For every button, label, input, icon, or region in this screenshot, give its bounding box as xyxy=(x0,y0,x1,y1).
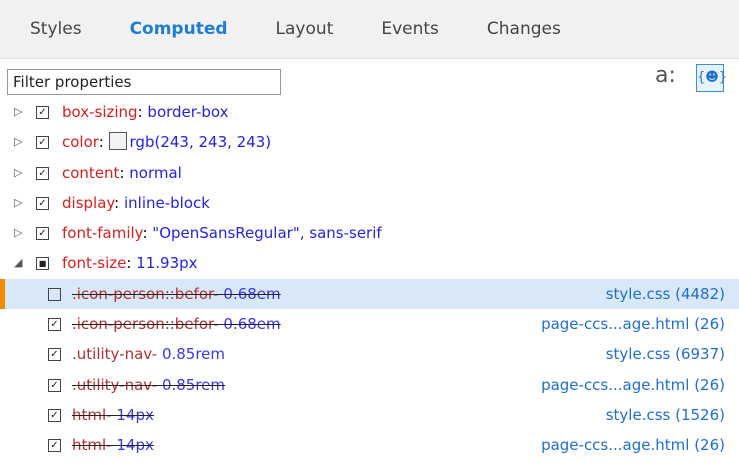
expanded-triangle-icon[interactable]: ◢ xyxy=(14,248,22,278)
collapsed-triangle-icon[interactable]: ▷ xyxy=(14,97,22,127)
rule-checkbox[interactable]: ✓ xyxy=(48,378,61,392)
rule-checkbox[interactable]: ✓ xyxy=(48,439,61,453)
rule-value: 14px xyxy=(116,436,154,455)
separator: - xyxy=(151,375,162,394)
property-name: color xyxy=(62,133,99,152)
tab-computed[interactable]: Computed xyxy=(130,19,228,39)
rule-value: 0.68em xyxy=(223,284,281,303)
colon: : xyxy=(114,193,124,212)
property-row[interactable]: ◢ ■ font-size: 11.93px xyxy=(0,248,739,278)
rule-row[interactable]: .icon-person::befor- 0.68em style.css (4… xyxy=(0,278,739,310)
source-link[interactable]: style.css (1526) xyxy=(606,400,725,430)
tab-bar: Styles Computed Layout Events Changes xyxy=(0,0,739,59)
property-value: inline-block xyxy=(124,193,210,212)
colon: : xyxy=(98,133,109,152)
separator: - xyxy=(106,405,117,424)
source-link[interactable]: page-ccs...age.html (26) xyxy=(541,430,725,460)
rule-selector: html xyxy=(72,405,107,424)
property-value: 11.93px xyxy=(136,254,198,273)
filter-properties-input[interactable] xyxy=(7,69,281,95)
separator: - xyxy=(213,315,224,334)
rule-row[interactable]: ✓ .icon-person::befor- 0.68em page-ccs..… xyxy=(0,309,739,339)
colon: : xyxy=(137,103,148,121)
property-name: font-family xyxy=(62,224,143,243)
property-checkbox[interactable]: ✓ xyxy=(36,227,49,241)
rule-value: 0.85rem xyxy=(161,345,226,364)
property-name: display xyxy=(62,193,115,212)
property-value: "OpenSansRegular", sans-serif xyxy=(152,224,382,243)
colon: : xyxy=(126,254,137,273)
rule-row[interactable]: ✓ html- 14px style.css (1526) xyxy=(0,400,739,430)
rule-selector: .utility-nav xyxy=(72,375,152,394)
property-row[interactable]: ▷ ✓ display: inline-block xyxy=(0,188,739,218)
property-name: font-size xyxy=(62,254,127,273)
tab-layout[interactable]: Layout xyxy=(276,19,334,39)
toolbar: a: {☻} xyxy=(0,59,739,97)
property-value: normal xyxy=(129,163,182,182)
source-link[interactable]: page-ccs...age.html (26) xyxy=(541,370,725,400)
rule-value: 0.68em xyxy=(223,315,281,334)
rule-row[interactable]: ✓ .utility-nav- 0.85rem style.css (6937) xyxy=(0,339,739,369)
property-row[interactable]: ▷ ✓ color: rgb(243, 243, 243) xyxy=(0,127,739,157)
colon: : xyxy=(119,163,130,182)
property-value: border-box xyxy=(147,103,229,121)
tab-events[interactable]: Events xyxy=(381,19,439,39)
property-value: rgb(243, 243, 243) xyxy=(129,133,272,152)
color-swatch[interactable] xyxy=(108,132,127,151)
rule-checkbox[interactable]: ✓ xyxy=(48,348,61,362)
property-checkbox[interactable]: ✓ xyxy=(36,196,49,210)
property-checkbox[interactable]: ■ xyxy=(36,257,49,271)
property-checkbox[interactable]: ✓ xyxy=(36,136,49,150)
property-checkbox[interactable]: ✓ xyxy=(36,166,49,180)
rule-selector: .utility-nav xyxy=(72,345,152,364)
rule-selector: .icon-person::befor xyxy=(72,315,214,334)
collapsed-triangle-icon[interactable]: ▷ xyxy=(14,188,22,218)
collapsed-triangle-icon[interactable]: ▷ xyxy=(14,127,22,157)
property-name: content xyxy=(62,163,120,182)
tab-changes[interactable]: Changes xyxy=(487,19,561,39)
separator: - xyxy=(106,436,117,455)
show-all-icon[interactable]: {☻} xyxy=(696,64,727,92)
source-link[interactable]: style.css (6937) xyxy=(606,339,725,369)
tab-styles[interactable]: Styles xyxy=(30,19,82,39)
rule-checkbox[interactable]: ✓ xyxy=(48,408,61,422)
rule-checkbox[interactable] xyxy=(48,287,61,301)
collapsed-triangle-icon[interactable]: ▷ xyxy=(14,218,22,248)
property-checkbox[interactable]: ✓ xyxy=(36,106,49,119)
rule-value: 14px xyxy=(116,405,154,424)
pseudo-state-toggle[interactable]: a: xyxy=(655,63,676,88)
separator: - xyxy=(213,284,224,303)
collapsed-triangle-icon[interactable]: ▷ xyxy=(14,158,22,188)
separator: - xyxy=(151,345,162,364)
property-row[interactable]: ▷ ✓ font-family: "OpenSansRegular", sans… xyxy=(0,218,739,248)
rule-checkbox[interactable]: ✓ xyxy=(48,318,61,332)
rule-value: 0.85rem xyxy=(161,375,226,394)
rule-selector: html xyxy=(72,436,107,455)
colon: : xyxy=(142,224,153,243)
computed-property-list: ▷ ✓ box-sizing: border-box ▷ ✓ color: rg… xyxy=(0,97,739,461)
source-link[interactable]: style.css (4482) xyxy=(606,279,725,309)
property-name: box-sizing xyxy=(62,103,138,121)
rule-row[interactable]: ✓ html- 14px page-ccs...age.html (26) xyxy=(0,430,739,460)
source-link[interactable]: page-ccs...age.html (26) xyxy=(541,309,725,339)
rule-selector: .icon-person::befor xyxy=(72,284,214,303)
property-row[interactable]: ▷ ✓ content: normal xyxy=(0,158,739,188)
rule-row[interactable]: ✓ .utility-nav- 0.85rem page-ccs...age.h… xyxy=(0,370,739,400)
property-row[interactable]: ▷ ✓ box-sizing: border-box xyxy=(0,97,739,127)
